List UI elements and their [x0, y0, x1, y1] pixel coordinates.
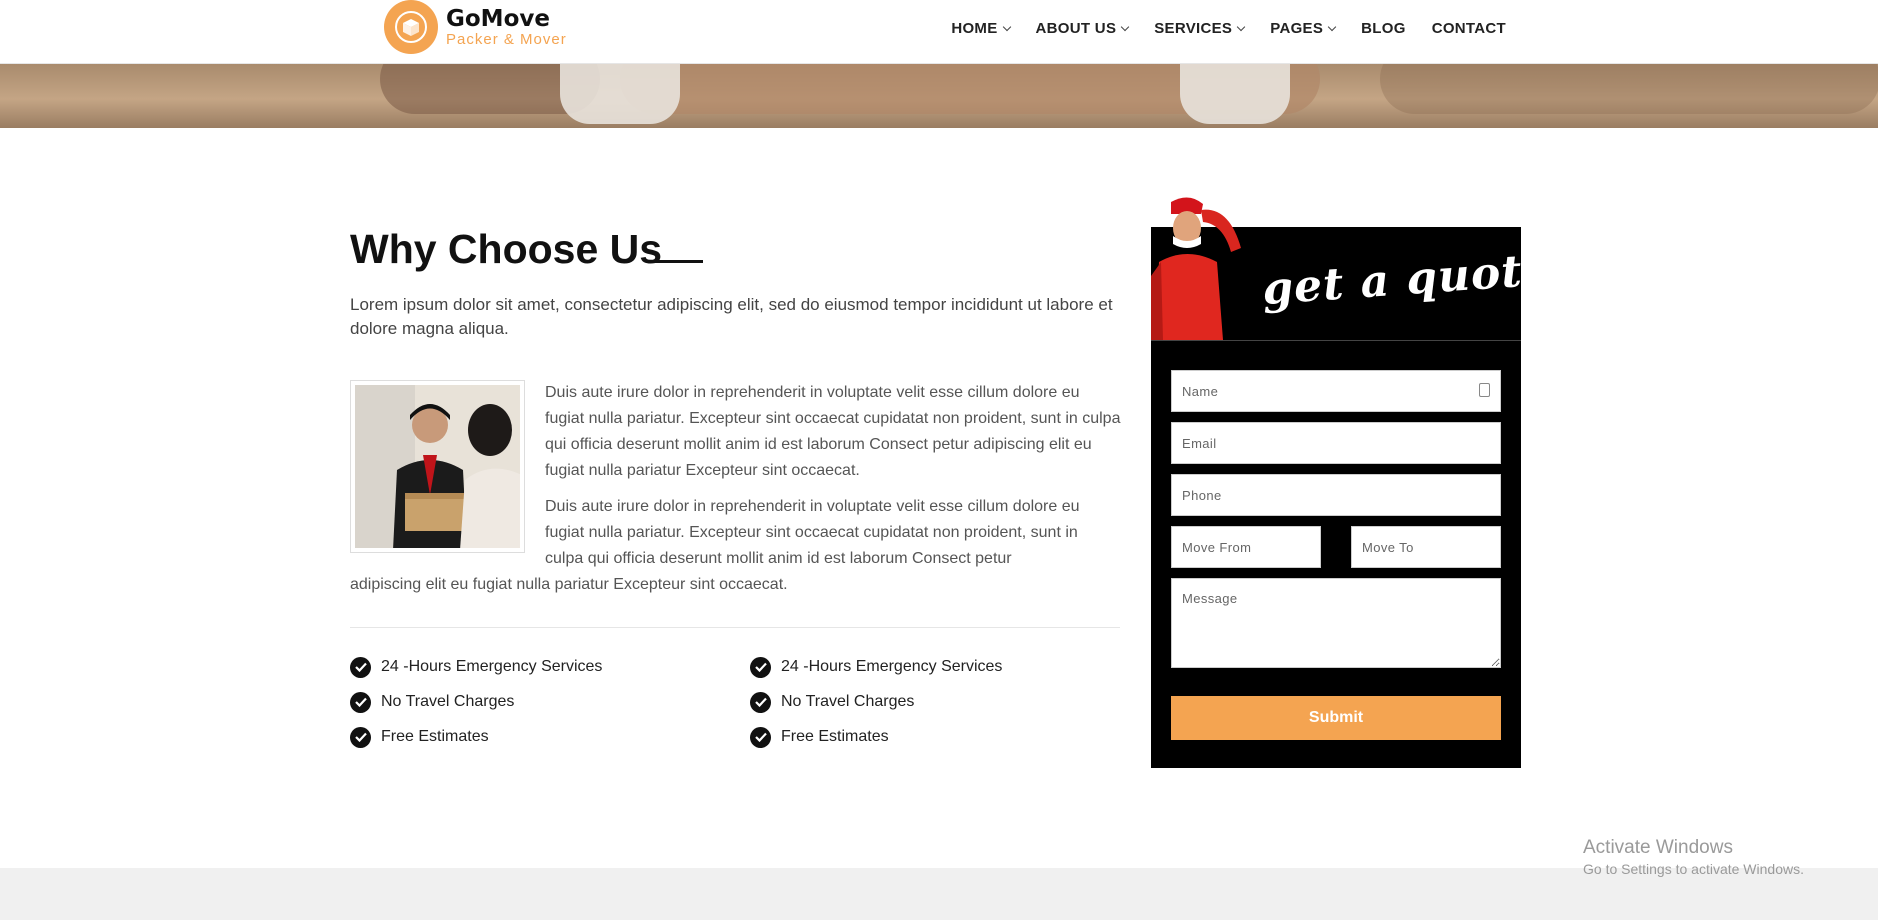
- nav-item-label: BLOG: [1361, 20, 1406, 37]
- brand-name: GoMove: [446, 6, 550, 32]
- watermark-subtitle: Go to Settings to activate Windows.: [1583, 861, 1804, 877]
- nav-item-label: HOME: [951, 20, 998, 37]
- paragraph-2-tail: adipiscing elit eu fugiat nulla pariatur…: [350, 576, 788, 593]
- check-circle-icon: [750, 726, 771, 748]
- check-circle-icon: [350, 691, 371, 713]
- chevron-down-icon: [1237, 22, 1246, 31]
- nav-item-label: SERVICES: [1154, 20, 1233, 37]
- message-field[interactable]: [1171, 578, 1501, 668]
- paragraph-2-line-1: Duis aute irure dolor in reprehenderit i…: [545, 498, 1080, 515]
- list-item: Free Estimates: [350, 725, 602, 749]
- site-header: GoMove Packer & Mover HOME ABOUT US SERV…: [0, 0, 1878, 64]
- nav-item-blog[interactable]: BLOG: [1361, 20, 1406, 37]
- feature-label: Free Estimates: [781, 728, 889, 745]
- nav-item-home[interactable]: HOME: [951, 20, 1011, 37]
- paragraph-2-line-3: culpa qui officia deserunt mollit anim i…: [545, 550, 1012, 567]
- nav-item-contact[interactable]: CONTACT: [1432, 20, 1506, 37]
- chevron-down-icon: [1327, 22, 1337, 31]
- nav-item-label: PAGES: [1270, 20, 1324, 37]
- check-circle-icon: [750, 656, 771, 678]
- section-divider: [350, 627, 1120, 628]
- list-item: 24 -Hours Emergency Services: [750, 655, 1002, 679]
- box-icon: [384, 0, 438, 54]
- quote-header-divider: [1151, 340, 1521, 341]
- nav-item-pages[interactable]: PAGES: [1270, 20, 1337, 37]
- list-item: Free Estimates: [750, 725, 1002, 749]
- submit-button[interactable]: Submit: [1171, 696, 1501, 740]
- main-nav: HOME ABOUT US SERVICES PAGES BLOG CONTAC…: [951, 0, 1506, 57]
- feature-label: No Travel Charges: [781, 693, 915, 710]
- hero-banner-image: [0, 64, 1878, 128]
- feature-label: 24 -Hours Emergency Services: [381, 658, 603, 675]
- features-list-right: 24 -Hours Emergency Services No Travel C…: [750, 655, 1002, 749]
- check-circle-icon: [350, 656, 371, 678]
- check-circle-icon: [350, 726, 371, 748]
- list-item: No Travel Charges: [350, 690, 602, 714]
- move-from-field[interactable]: [1171, 526, 1321, 568]
- check-circle-icon: [750, 691, 771, 713]
- delivery-photo: [350, 380, 525, 553]
- paragraph-2-line-2: fugiat nulla pariatur. Excepteur sint oc…: [545, 524, 1078, 541]
- nav-item-label: CONTACT: [1431, 20, 1506, 37]
- nav-item-services[interactable]: SERVICES: [1154, 20, 1246, 37]
- name-field[interactable]: [1171, 370, 1501, 412]
- section-heading: Why Choose Us: [350, 226, 663, 272]
- feature-label: No Travel Charges: [381, 693, 515, 710]
- list-item: 24 -Hours Emergency Services: [350, 655, 602, 679]
- nav-item-about-us[interactable]: ABOUT US: [1035, 20, 1130, 37]
- phone-field[interactable]: [1171, 474, 1501, 516]
- chevron-down-icon: [1121, 22, 1130, 31]
- heading-underline: [653, 260, 703, 263]
- contact-card-icon: [1479, 383, 1490, 397]
- brand-tagline: Packer & Mover: [446, 31, 567, 48]
- feature-label: Free Estimates: [381, 728, 489, 745]
- features-list-left: 24 -Hours Emergency Services No Travel C…: [350, 655, 602, 749]
- email-field[interactable]: [1171, 422, 1501, 464]
- move-to-field[interactable]: [1351, 526, 1501, 568]
- watermark-title: Activate Windows: [1583, 837, 1733, 858]
- list-item: No Travel Charges: [750, 690, 1002, 714]
- feature-label: 24 -Hours Emergency Services: [781, 658, 1003, 675]
- activation-watermark: Activate Windows Go to Settings to activ…: [1583, 836, 1804, 878]
- chevron-down-icon: [1002, 22, 1011, 31]
- paragraph-1: Duis aute irure dolor in reprehenderit i…: [545, 384, 1121, 479]
- logo[interactable]: GoMove Packer & Mover: [384, 0, 567, 54]
- nav-item-label: ABOUT US: [1035, 20, 1117, 37]
- mover-illustration: [1151, 196, 1261, 340]
- section-intro: Lorem ipsum dolor sit amet, consectetur …: [350, 295, 1113, 338]
